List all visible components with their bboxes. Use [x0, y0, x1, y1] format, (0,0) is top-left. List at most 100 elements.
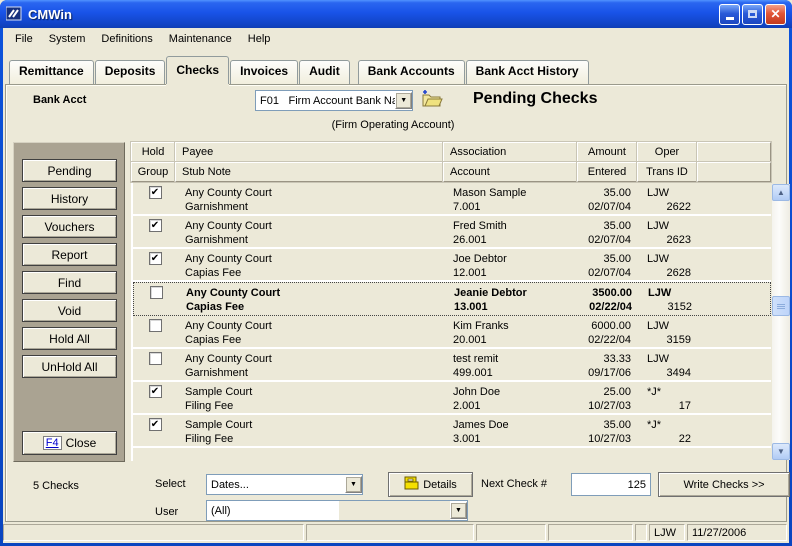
trans-id-cell: 17: [639, 398, 699, 414]
pending-button[interactable]: Pending: [22, 159, 117, 182]
table-row[interactable]: ✔ Sample Court Filing Fee James Doe 3.00…: [133, 415, 771, 448]
hold-all-button[interactable]: Hold All: [22, 327, 117, 350]
association-cell: John Doe: [445, 382, 579, 398]
close-button-label: Close: [66, 436, 97, 450]
chevron-down-icon[interactable]: ▼: [395, 92, 412, 109]
tab-strip: Remittance Deposits Checks Invoices Audi…: [9, 56, 590, 84]
window-controls: ✕: [719, 4, 786, 25]
stub-note-cell: Filing Fee: [177, 398, 445, 414]
select-label: Select: [155, 478, 186, 490]
next-check-input[interactable]: 125: [571, 473, 651, 496]
status-panel-5: [635, 524, 647, 541]
hold-checkbox[interactable]: ✔: [149, 418, 162, 431]
user-combo-filler: [339, 501, 450, 520]
entered-cell: 02/22/04: [580, 299, 640, 315]
window-title: CMWin: [28, 7, 719, 22]
hold-checkbox[interactable]: ✔: [149, 252, 162, 265]
select-dropdown[interactable]: Dates... ▼: [206, 474, 363, 495]
table-row[interactable]: ✔ Any County Court Capias Fee Kim Franks…: [133, 316, 771, 349]
table-row[interactable]: ✔ Any County Court Garnishment Fred Smit…: [133, 216, 771, 249]
col-payee: Payee: [175, 142, 443, 162]
trans-id-cell: 2623: [639, 232, 699, 248]
tab-invoices[interactable]: Invoices: [230, 60, 298, 84]
open-folder-icon[interactable]: [421, 89, 443, 109]
unhold-all-button[interactable]: UnHold All: [22, 355, 117, 378]
amount-cell: 35.00: [579, 415, 639, 431]
entered-cell: 02/22/04: [579, 332, 639, 348]
check-icon: ✔: [151, 253, 159, 264]
vertical-scrollbar[interactable]: ▲ ▼: [772, 184, 790, 460]
hold-checkbox[interactable]: ✔: [149, 186, 162, 199]
bank-acct-code: F01: [256, 95, 279, 107]
hold-checkbox[interactable]: ✔: [149, 319, 162, 332]
entered-cell: 10/27/03: [579, 431, 639, 447]
hold-checkbox[interactable]: ✔: [149, 219, 162, 232]
user-dropdown[interactable]: (All) ▼: [206, 500, 468, 521]
close-icon[interactable]: ✕: [765, 4, 786, 25]
tab-bank-acct-history[interactable]: Bank Acct History: [466, 60, 589, 84]
hold-checkbox[interactable]: ✔: [149, 385, 162, 398]
col-group: Group: [131, 162, 175, 182]
history-button[interactable]: History: [22, 187, 117, 210]
minimize-icon[interactable]: [719, 4, 740, 25]
checks-count: 5 Checks: [33, 480, 79, 492]
account-cell: 20.001: [445, 332, 579, 348]
details-icon: [404, 476, 419, 493]
chevron-down-icon[interactable]: ▼: [450, 502, 467, 519]
page-title: Pending Checks: [473, 90, 597, 108]
find-button[interactable]: Find: [22, 271, 117, 294]
details-button-label: Details: [423, 479, 457, 491]
menu-definitions[interactable]: Definitions: [93, 30, 160, 48]
chevron-down-icon[interactable]: ▼: [345, 476, 362, 493]
account-cell: 12.001: [445, 265, 579, 281]
scrollbar-thumb[interactable]: [772, 296, 790, 316]
check-icon: ✔: [151, 220, 159, 231]
col-filler-top: [697, 142, 771, 162]
oper-cell: LJW: [639, 349, 699, 365]
payee-cell: Any County Court: [177, 249, 445, 265]
menu-maintenance[interactable]: Maintenance: [161, 30, 240, 48]
bank-acct-name: Firm Account Bank Na: [279, 95, 396, 107]
write-checks-button[interactable]: Write Checks >>: [658, 472, 790, 497]
trans-id-cell: 22: [639, 431, 699, 447]
table-row[interactable]: ✔ Any County Court Capias Fee Joe Debtor…: [133, 249, 771, 282]
hold-checkbox[interactable]: ✔: [150, 286, 163, 299]
report-button[interactable]: Report: [22, 243, 117, 266]
col-entered: Entered: [577, 162, 637, 182]
scroll-down-icon[interactable]: ▼: [772, 443, 790, 460]
hold-checkbox[interactable]: ✔: [149, 352, 162, 365]
close-f4-button[interactable]: F4 Close: [22, 431, 117, 455]
stub-note-cell: Capias Fee: [178, 299, 446, 315]
stub-note-cell: Garnishment: [177, 365, 445, 381]
tab-checks[interactable]: Checks: [166, 56, 229, 84]
window-body: File System Definitions Maintenance Help…: [3, 28, 789, 543]
col-association: Association: [443, 142, 577, 162]
col-filler-bottom: [697, 162, 771, 182]
menu-file[interactable]: File: [7, 30, 41, 48]
menu-system[interactable]: System: [41, 30, 94, 48]
tab-bank-accounts[interactable]: Bank Accounts: [358, 60, 465, 84]
payee-cell: Any County Court: [177, 183, 445, 199]
tab-remittance[interactable]: Remittance: [9, 60, 94, 84]
menu-help[interactable]: Help: [240, 30, 279, 48]
bank-acct-combo[interactable]: F01 Firm Account Bank Na ▼: [255, 90, 413, 111]
table-row[interactable]: ✔ Any County Court Capias Fee Jeanie Deb…: [133, 282, 771, 316]
stub-note-cell: Filing Fee: [177, 431, 445, 447]
bank-acct-subtitle: (Firm Operating Account): [243, 119, 543, 131]
details-button[interactable]: Details: [388, 472, 473, 497]
menu-bar: File System Definitions Maintenance Help: [3, 28, 789, 50]
table-row[interactable]: ✔ Any County Court Garnishment Mason Sam…: [133, 183, 771, 216]
scroll-up-icon[interactable]: ▲: [772, 184, 790, 201]
void-button[interactable]: Void: [22, 299, 117, 322]
account-cell: 499.001: [445, 365, 579, 381]
association-cell: Fred Smith: [445, 216, 579, 232]
table-row[interactable]: ✔ Any County Court Garnishment test remi…: [133, 349, 771, 382]
grid-header: Hold Payee Association Amount Oper Group…: [131, 142, 771, 182]
maximize-icon[interactable]: [742, 4, 763, 25]
table-row[interactable]: ✔ Sample Court Filing Fee John Doe 2.001…: [133, 382, 771, 415]
tab-audit[interactable]: Audit: [299, 60, 350, 84]
vouchers-button[interactable]: Vouchers: [22, 215, 117, 238]
account-cell: 26.001: [445, 232, 579, 248]
amount-cell: 25.00: [579, 382, 639, 398]
tab-deposits[interactable]: Deposits: [95, 60, 166, 84]
